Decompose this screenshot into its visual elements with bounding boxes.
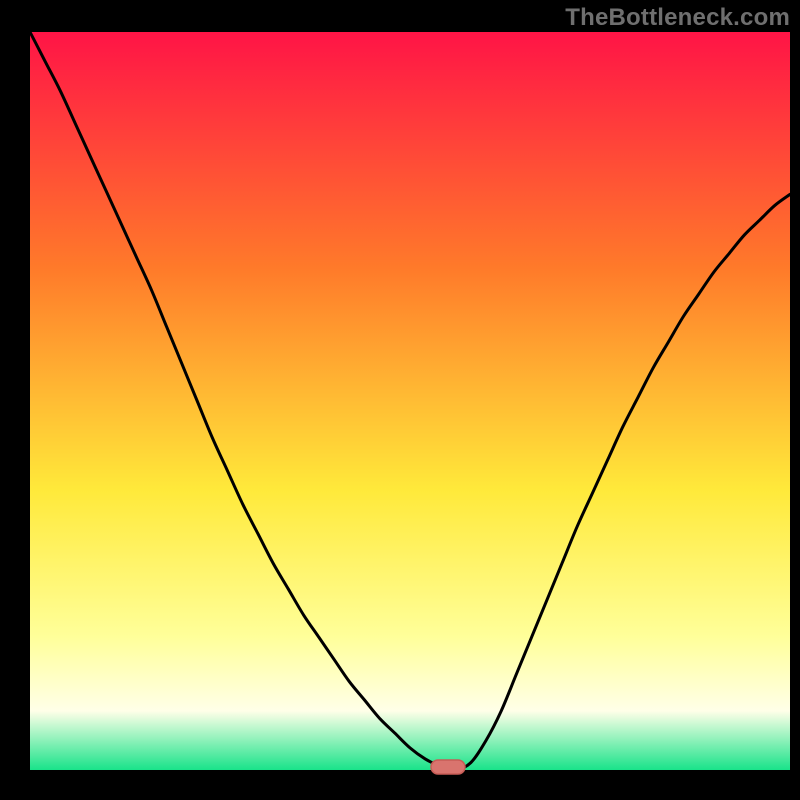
chart-stage: TheBottleneck.com (0, 0, 800, 800)
plot-background (30, 32, 790, 770)
optimal-marker (431, 760, 465, 774)
bottleneck-plot (0, 0, 800, 800)
attribution-label: TheBottleneck.com (565, 4, 790, 32)
